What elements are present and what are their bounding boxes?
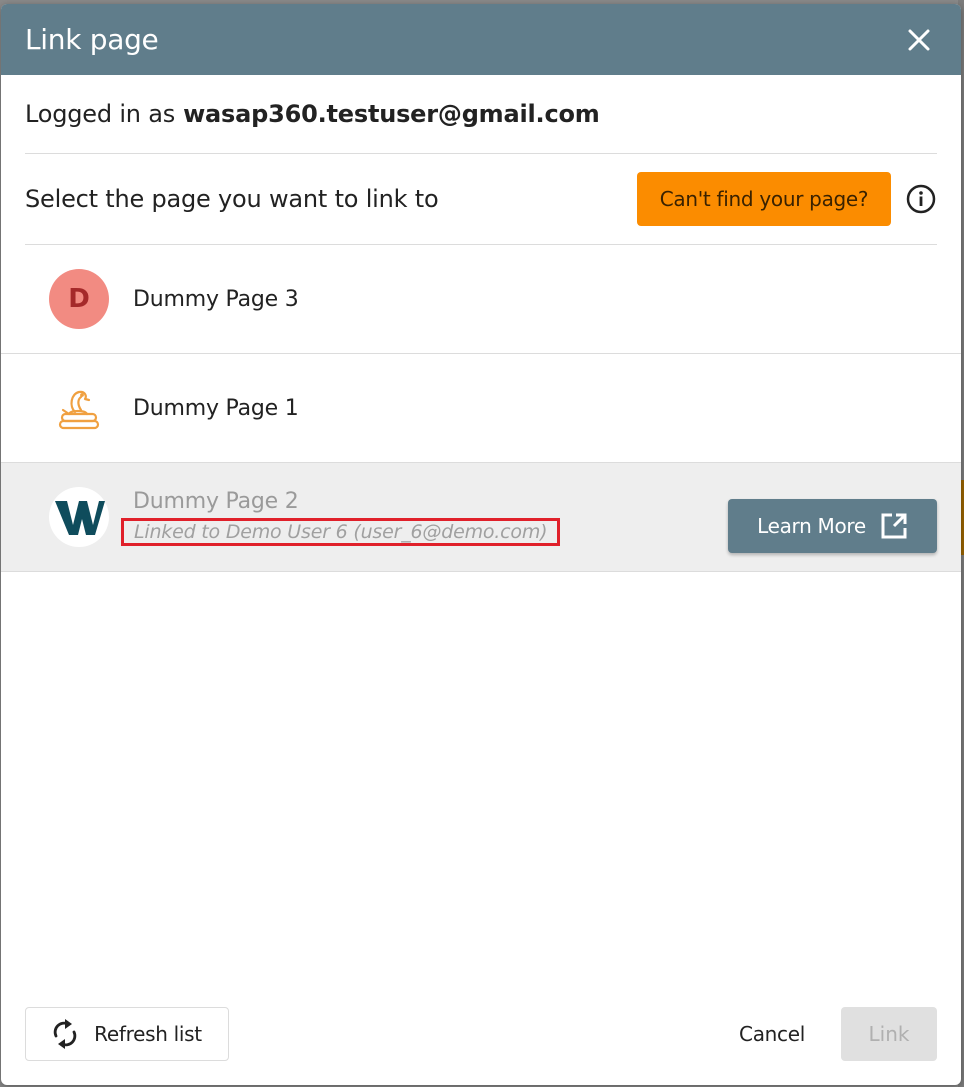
refresh-icon xyxy=(53,1019,77,1049)
page-name: Dummy Page 1 xyxy=(133,395,299,421)
page-avatar xyxy=(49,378,109,438)
dialog-title: Link page xyxy=(25,23,159,56)
link-page-dialog: Link page Logged in as wasap360.testuser… xyxy=(1,4,961,1085)
learn-more-button[interactable]: Learn More xyxy=(728,499,937,553)
page-item[interactable]: D Dummy Page 3 xyxy=(1,245,961,354)
page-list: D Dummy Page 3 Dummy Page 1 Dummy Page 2… xyxy=(1,245,961,572)
external-link-icon xyxy=(881,513,907,539)
link-button[interactable]: Link xyxy=(841,1007,937,1061)
logged-in-prefix: Logged in as xyxy=(25,100,176,128)
page-item[interactable]: Dummy Page 1 xyxy=(1,354,961,463)
cant-find-page-button[interactable]: Can't find your page? xyxy=(637,172,891,226)
page-text: Dummy Page 1 xyxy=(133,396,299,421)
page-item-linked: Dummy Page 2 Linked to Demo User 6 (user… xyxy=(1,463,961,572)
select-actions: Can't find your page? xyxy=(637,172,937,226)
page-name: Dummy Page 3 xyxy=(133,286,299,312)
refresh-list-label: Refresh list xyxy=(94,1022,202,1046)
learn-more-label: Learn More xyxy=(757,514,866,538)
page-text: Dummy Page 3 xyxy=(133,287,299,312)
logged-in-email: wasap360.testuser@gmail.com xyxy=(183,100,600,128)
page-name: Dummy Page 2 xyxy=(133,488,299,514)
page-avatar-letter: D xyxy=(49,269,109,329)
linked-status-note: Linked to Demo User 6 (user_6@demo.com) xyxy=(121,517,561,546)
close-icon xyxy=(908,29,930,50)
w-logo-icon xyxy=(55,501,105,535)
select-page-label: Select the page you want to link to xyxy=(25,185,439,213)
close-button[interactable] xyxy=(901,22,937,58)
page-avatar xyxy=(49,487,109,547)
refresh-list-button[interactable]: Refresh list xyxy=(25,1007,229,1061)
dialog-footer: Refresh list Cancel Link xyxy=(1,1007,961,1061)
logged-in-info: Logged in as wasap360.testuser@gmail.com xyxy=(25,75,937,154)
page-text: Dummy Page 2 Linked to Demo User 6 (user… xyxy=(121,488,561,546)
dialog-header: Link page xyxy=(1,4,961,75)
avatar-letter: D xyxy=(68,284,90,314)
cancel-button[interactable]: Cancel xyxy=(739,1022,805,1046)
footer-actions: Cancel Link xyxy=(739,1007,937,1061)
select-page-row: Select the page you want to link to Can'… xyxy=(25,154,937,245)
dialog-body: Logged in as wasap360.testuser@gmail.com… xyxy=(1,75,961,245)
snake-icon xyxy=(58,390,100,430)
info-icon[interactable] xyxy=(905,183,937,215)
